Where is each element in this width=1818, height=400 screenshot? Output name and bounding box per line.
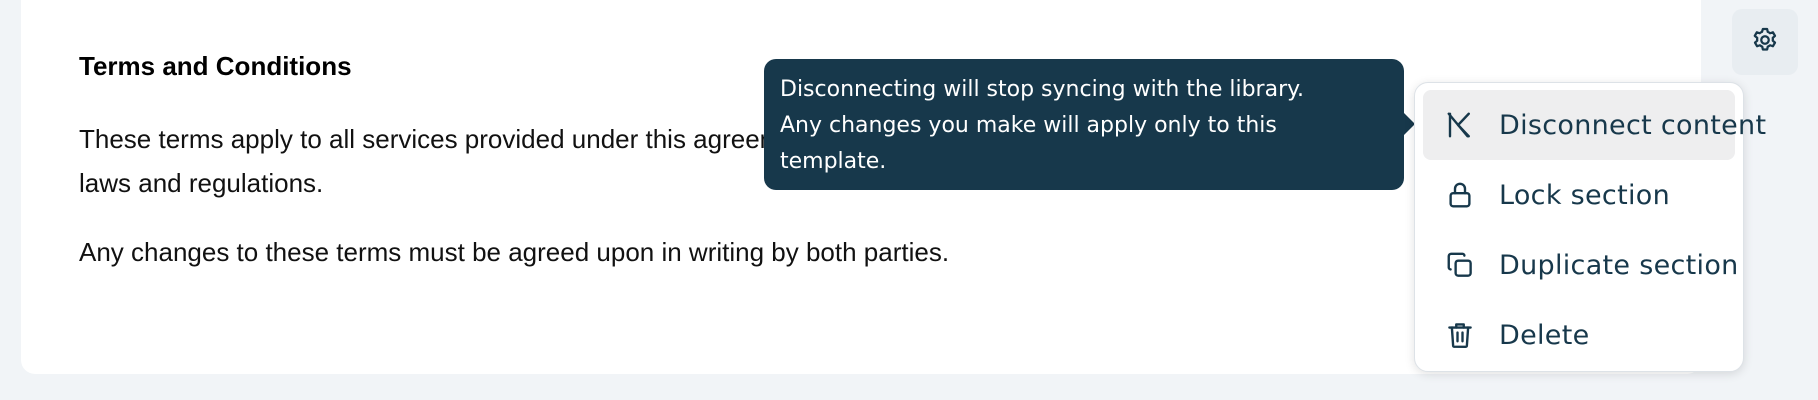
disconnect-icon <box>1445 110 1475 140</box>
menu-item-label: Delete <box>1499 319 1590 351</box>
section-actions-menu: Disconnect content Lock section Duplicat… <box>1414 82 1766 372</box>
settings-button[interactable] <box>1732 9 1798 75</box>
menu-item-delete[interactable]: Delete <box>1423 300 1735 370</box>
gear-icon <box>1750 25 1780 60</box>
tooltip-text-line: template. <box>780 149 887 174</box>
body-paragraph: Any changes to these terms must be agree… <box>79 237 950 267</box>
tooltip-text-line: Disconnecting will stop syncing with the… <box>780 77 1304 102</box>
menu-item-duplicate-section[interactable]: Duplicate section <box>1423 230 1738 300</box>
menu-item-label: Duplicate section <box>1499 249 1739 281</box>
menu-item-label: Lock section <box>1499 179 1670 211</box>
lock-icon <box>1445 180 1475 210</box>
menu-item-lock-section[interactable]: Lock section <box>1423 160 1735 230</box>
menu-item-disconnect-content[interactable]: Disconnect content <box>1423 90 1766 160</box>
tooltip-text-line: Any changes you make will apply only to … <box>780 113 1277 138</box>
trash-icon <box>1445 320 1475 350</box>
duplicate-icon <box>1445 250 1475 280</box>
section-title: Terms and Conditions <box>79 51 352 81</box>
menu-item-label: Disconnect content <box>1499 109 1767 141</box>
disconnect-tooltip: Disconnecting will stop syncing with the… <box>764 59 1415 190</box>
